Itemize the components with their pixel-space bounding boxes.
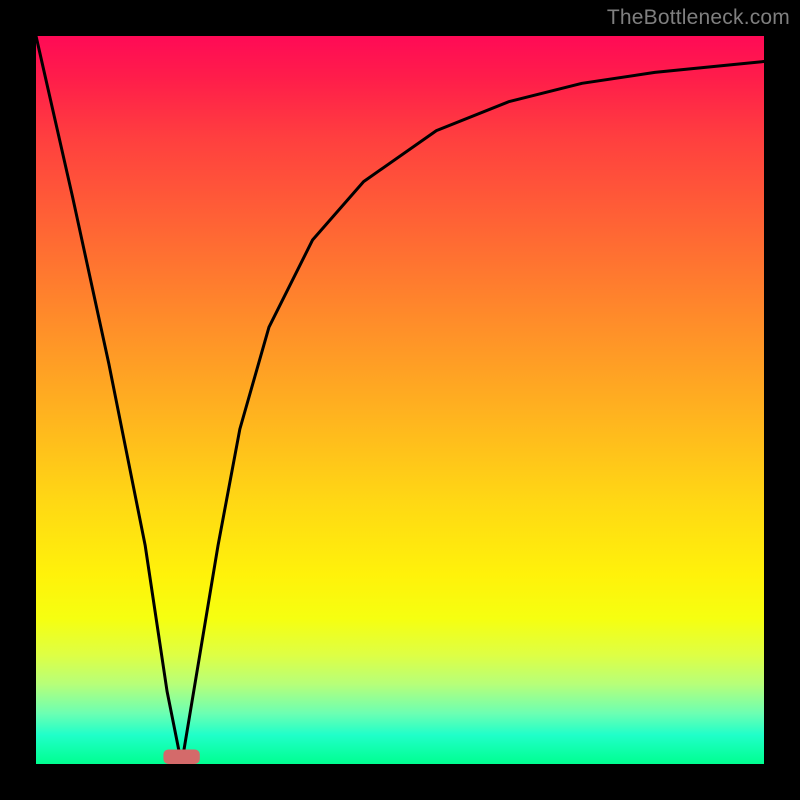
watermark-text: TheBottleneck.com <box>607 6 790 30</box>
optimum-marker <box>163 749 199 764</box>
plot-area <box>36 36 764 764</box>
chart-frame: TheBottleneck.com <box>0 0 800 800</box>
plot-overlay <box>36 36 764 764</box>
bottleneck-curve <box>36 36 764 764</box>
